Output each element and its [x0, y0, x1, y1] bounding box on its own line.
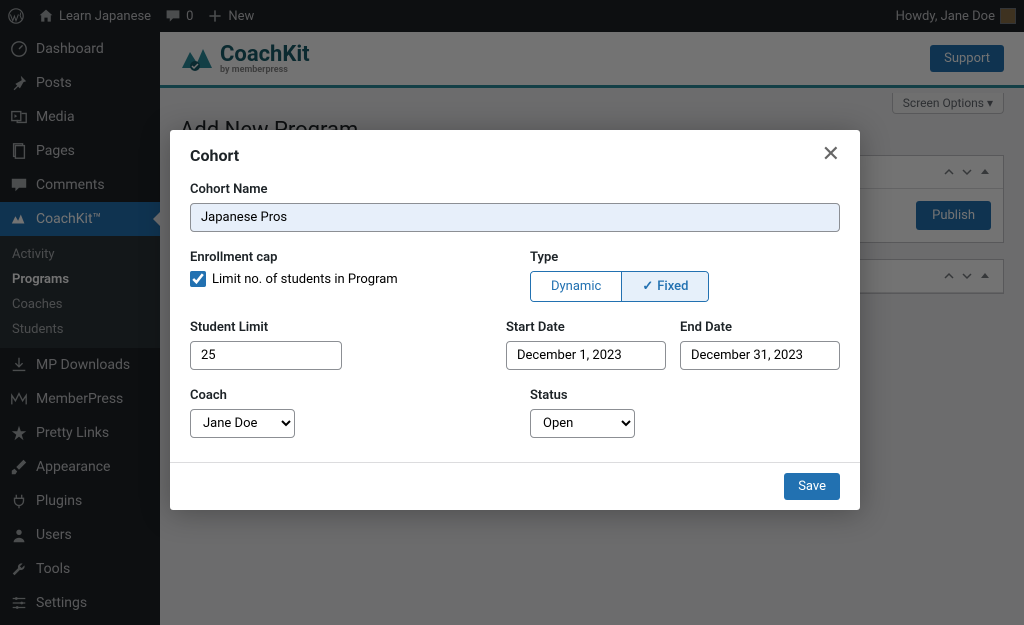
student-limit-input[interactable] [190, 341, 342, 370]
coach-select[interactable]: Jane Doe [190, 409, 295, 438]
status-label: Status [530, 388, 840, 403]
type-label: Type [530, 250, 840, 265]
start-date-label: Start Date [506, 320, 666, 335]
type-fixed-button[interactable]: ✓Fixed [622, 272, 708, 301]
check-icon: ✓ [642, 279, 653, 294]
cohort-name-label: Cohort Name [190, 182, 840, 197]
type-dynamic-button[interactable]: Dynamic [531, 272, 622, 301]
cohort-modal: Cohort ✕ Cohort Name Enrollment cap Limi… [170, 130, 860, 510]
close-icon[interactable]: ✕ [822, 144, 840, 166]
start-date-input[interactable] [506, 341, 666, 370]
limit-checkbox[interactable] [190, 271, 206, 287]
modal-title: Cohort [190, 146, 239, 165]
end-date-input[interactable] [680, 341, 840, 370]
status-select[interactable]: Open [530, 409, 635, 438]
limit-checkbox-label: Limit no. of students in Program [212, 272, 398, 287]
enrollment-cap-label: Enrollment cap [190, 250, 500, 265]
student-limit-label: Student Limit [190, 320, 476, 335]
end-date-label: End Date [680, 320, 840, 335]
save-button[interactable]: Save [784, 473, 840, 500]
type-toggle: Dynamic ✓Fixed [530, 271, 709, 302]
coach-label: Coach [190, 388, 500, 403]
cohort-name-input[interactable] [190, 203, 840, 232]
